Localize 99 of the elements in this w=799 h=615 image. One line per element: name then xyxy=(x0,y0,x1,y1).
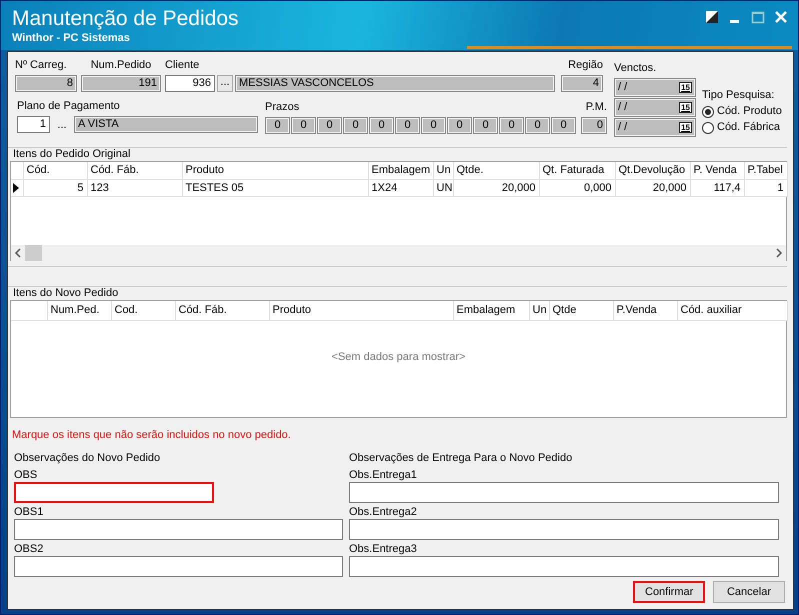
theme-icon[interactable] xyxy=(705,10,719,24)
field-label: Cliente xyxy=(165,59,200,72)
column-header[interactable]: Un xyxy=(529,301,549,320)
column-header[interactable]: Cód. Fáb. xyxy=(175,301,269,320)
column-header[interactable]: Qtde. xyxy=(453,162,539,179)
input-field[interactable]: 1 xyxy=(17,116,50,133)
table-cell: 20,000 xyxy=(453,179,539,196)
field-label: OBS1 xyxy=(14,506,44,519)
input-field[interactable]: 0 xyxy=(473,117,498,134)
field-label: Obs.Entrega3 xyxy=(349,543,418,556)
input-field[interactable]: 0 xyxy=(291,117,316,134)
column-header[interactable]: Produto xyxy=(269,301,453,320)
table-cell: 20,000 xyxy=(615,179,690,196)
input-field[interactable]: 0 xyxy=(499,117,524,134)
input-field[interactable] xyxy=(14,519,343,540)
column-header[interactable]: Cód. Fáb. xyxy=(87,162,182,179)
window-title: Manutenção de Pedidos xyxy=(12,7,238,31)
input-field[interactable] xyxy=(14,482,214,503)
input-field[interactable] xyxy=(349,519,779,540)
calendar-button[interactable]: 15 xyxy=(679,102,692,113)
table-cell: 1 xyxy=(744,179,787,196)
column-header[interactable]: Qt. Faturada xyxy=(539,162,615,179)
input-field[interactable] xyxy=(14,556,343,577)
dialog-button[interactable]: Confirmar xyxy=(633,581,705,603)
table-cell: TESTES 05 xyxy=(182,179,368,196)
input-field[interactable] xyxy=(349,556,779,577)
input-field[interactable]: 0 xyxy=(421,117,446,134)
field-label: OBS2 xyxy=(14,543,44,556)
input-field[interactable]: 0 xyxy=(551,117,576,134)
input-field[interactable]: 936 xyxy=(165,75,215,92)
warning-message: Marque os itens que não serão incluidos no novo pedido. xyxy=(12,428,292,442)
input-field[interactable]: MESSIAS VASCONCELOS xyxy=(235,75,555,92)
date-value: / / xyxy=(618,100,628,115)
column-header[interactable]: Embalagem xyxy=(368,162,433,179)
date-field[interactable]: / / 15 xyxy=(614,98,696,117)
radio-button[interactable] xyxy=(702,106,714,118)
calendar-button[interactable]: 15 xyxy=(679,122,692,133)
input-field[interactable]: 0 xyxy=(343,117,368,134)
input-field[interactable]: 0 xyxy=(447,117,472,134)
group-title: Itens do Novo Pedido xyxy=(12,287,120,300)
column-header[interactable]: Qt.Devolução xyxy=(615,162,690,179)
section-title: Observações de Entrega Para o Novo Pedido xyxy=(349,452,574,465)
field-label: Venctos. xyxy=(614,62,658,75)
lookup-button[interactable]: ... xyxy=(54,116,70,134)
field-label: Obs.Entrega1 xyxy=(349,469,418,482)
row-indicator-icon xyxy=(13,182,19,193)
field-label: Região xyxy=(567,59,603,72)
date-value: / / xyxy=(618,80,628,95)
table-cell: 123 xyxy=(87,179,182,196)
column-header[interactable]: Produto xyxy=(182,162,368,179)
column-header[interactable]: Num.Ped. xyxy=(47,301,111,320)
group-title: Itens do Pedido Original xyxy=(12,148,132,161)
table-cell: 117,4 xyxy=(690,179,744,196)
field-label: OBS xyxy=(14,469,38,482)
input-field[interactable] xyxy=(349,482,779,503)
column-header[interactable]: Cód. auxiliar xyxy=(677,301,787,320)
column-header[interactable]: Cód. xyxy=(23,162,87,179)
field-label: Plano de Pagamento xyxy=(17,100,121,113)
input-field[interactable]: A VISTA xyxy=(74,116,258,133)
field-label: P.M. xyxy=(584,101,607,114)
input-field[interactable]: 0 xyxy=(395,117,420,134)
column-header[interactable]: Cod. xyxy=(111,301,175,320)
column-header[interactable]: P.Tabel xyxy=(744,162,787,179)
scroll-thumb[interactable] xyxy=(25,244,42,260)
table-cell: UN xyxy=(433,179,453,196)
column-header[interactable]: P.Venda xyxy=(613,301,677,320)
close-icon[interactable] xyxy=(774,10,788,24)
lookup-button[interactable]: ... xyxy=(217,75,233,92)
column-header[interactable]: P. Venda xyxy=(690,162,744,179)
horizontal-scrollbar[interactable] xyxy=(11,244,786,260)
section-title: Observações do Novo Pedido xyxy=(14,452,162,465)
window-subtitle: Winthor - PC Sistemas xyxy=(12,31,130,45)
scroll-left-icon[interactable] xyxy=(14,248,22,258)
field-label: Tipo Pesquisa: xyxy=(702,89,776,102)
scroll-right-icon[interactable] xyxy=(775,248,783,258)
column-header[interactable]: Embalagem xyxy=(453,301,529,320)
calendar-button[interactable]: 15 xyxy=(679,82,692,93)
input-field[interactable]: 0 xyxy=(317,117,342,134)
radio-label[interactable]: Cód. Fábrica xyxy=(717,121,780,134)
input-field[interactable]: 0 xyxy=(369,117,394,134)
field-label: Num.Pedido xyxy=(90,59,152,72)
table-cell: 0,000 xyxy=(539,179,615,196)
table-cell: 5 xyxy=(23,179,87,196)
maximize-icon[interactable] xyxy=(751,10,765,24)
field-label: Obs.Entrega2 xyxy=(349,506,418,519)
column-header[interactable]: Qtde xyxy=(549,301,613,320)
input-field[interactable]: 0 xyxy=(265,117,290,134)
field-label: Prazos xyxy=(265,101,300,114)
date-value: / / xyxy=(618,120,628,135)
date-field[interactable]: / / 15 xyxy=(614,118,696,137)
date-field[interactable]: / / 15 xyxy=(614,78,696,97)
radio-label[interactable]: Cód. Produto xyxy=(717,105,782,118)
table-cell: 1X24 xyxy=(368,179,433,196)
input-field[interactable]: 0 xyxy=(525,117,550,134)
radio-button[interactable] xyxy=(702,122,714,134)
empty-message: <Sem dados para mostrar> xyxy=(332,350,466,364)
dialog-button[interactable]: Cancelar xyxy=(713,581,785,603)
column-header[interactable]: Un xyxy=(433,162,453,179)
field-label: Nº Carreg. xyxy=(15,59,68,72)
